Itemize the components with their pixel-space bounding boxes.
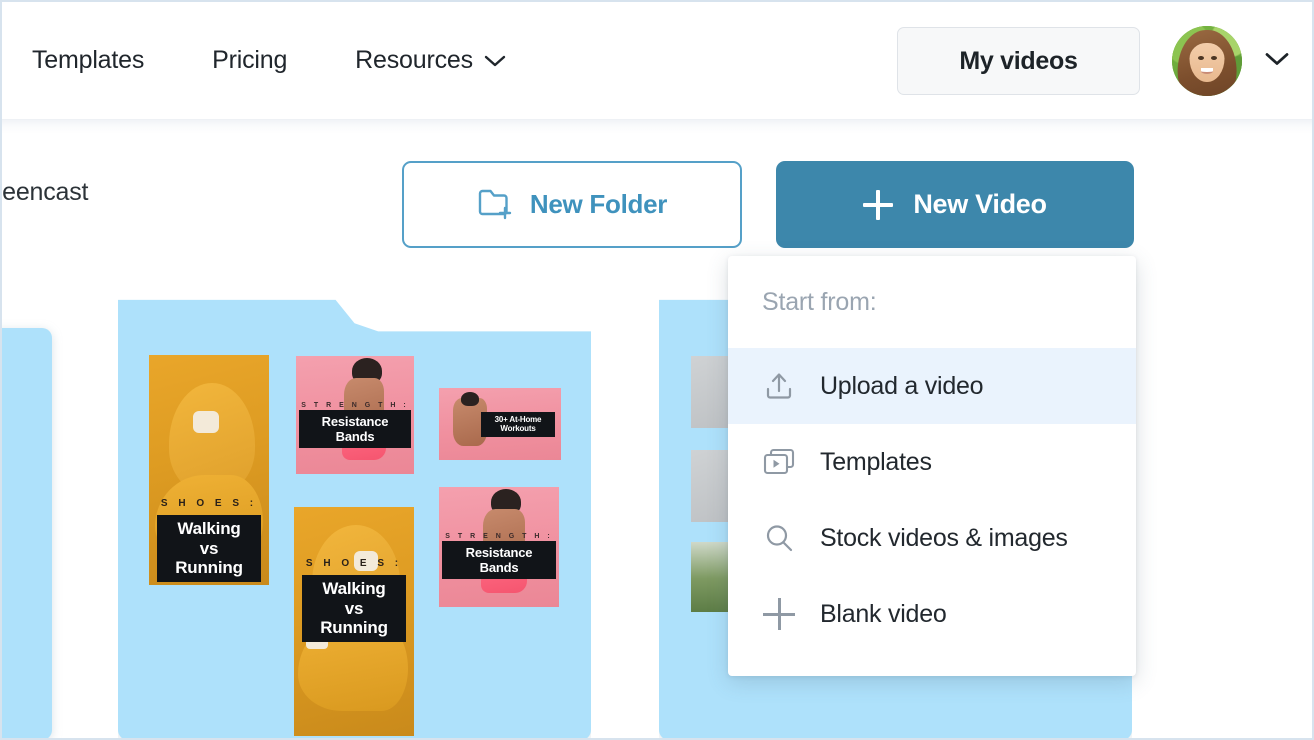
video-thumbnail-shoes-tall[interactable]: S H O E S : Walking vs Running (149, 355, 269, 585)
thumbnail-caption: Resistance Bands (299, 410, 411, 449)
thumbnail-kicker: S T R E N G T H : (445, 533, 553, 540)
dropdown-header: Start from: (762, 287, 877, 316)
chevron-down-icon (484, 46, 506, 75)
plus-icon (863, 189, 894, 220)
thumbnail-kicker: S H O E S : (305, 558, 403, 569)
nav-item-label: Pricing (212, 46, 288, 74)
site-header: Templates Pricing Resources My videos (2, 2, 1312, 120)
menu-item-label: Stock videos & images (820, 523, 1068, 552)
nav-item-label: Resources (355, 46, 473, 74)
avatar-smile (1201, 68, 1214, 74)
template-frames-icon (762, 445, 796, 479)
new-video-label: New Video (913, 189, 1047, 219)
thumbnail-caption: Walking vs Running (157, 515, 261, 583)
shoe-patch (193, 411, 219, 433)
header-divider (2, 120, 1312, 134)
menu-item-blank-video[interactable]: Blank video (728, 576, 1136, 652)
thumbnail-kicker: S H O E S : (160, 498, 258, 509)
menu-item-templates[interactable]: Templates (728, 424, 1136, 500)
app-window: Templates Pricing Resources My videos re… (0, 0, 1314, 740)
search-icon (762, 521, 796, 555)
nav-item-templates[interactable]: Templates (2, 40, 178, 81)
page-title: reencast (0, 178, 89, 206)
new-video-button[interactable]: New Video (776, 161, 1134, 248)
folder-plus-icon (477, 187, 513, 223)
folder-card-fitness[interactable]: S H O E S : Walking vs Running S T R E N… (118, 299, 591, 738)
menu-item-label: Upload a video (820, 371, 984, 400)
plus-glyph (763, 598, 795, 630)
video-thumbnail-resistance-bands-2[interactable]: S T R E N G T H : Resistance Bands (439, 487, 559, 607)
video-thumbnail-home-workouts[interactable]: 30+ At-Home Workouts (439, 388, 561, 460)
thumbnail-caption: Resistance Bands (442, 541, 556, 580)
menu-item-label: Blank video (820, 599, 947, 628)
thumbnail-kicker: S T R E N G T H : (301, 402, 409, 409)
avatar[interactable] (1172, 26, 1242, 96)
start-from-dropdown: Start from: Upload a video Templates Sto… (728, 256, 1136, 676)
account-menu-trigger[interactable] (1172, 26, 1290, 96)
toolbar-row: reencast New Folder New Video (2, 134, 1312, 256)
thumbnail-caption: 30+ At-Home Workouts (481, 412, 555, 437)
new-folder-button[interactable]: New Folder (402, 161, 742, 248)
video-thumbnail-shoes-wide[interactable]: S H O E S : Walking vs Running (294, 507, 414, 736)
new-folder-label: New Folder (529, 189, 668, 219)
thumbnail-caption: Walking vs Running (302, 575, 406, 643)
menu-item-upload-a-video[interactable]: Upload a video (728, 348, 1136, 424)
avatar-eye-left (1197, 56, 1204, 61)
model-hair (461, 392, 479, 406)
video-thumbnail-resistance-bands[interactable]: S T R E N G T H : Resistance Bands (296, 356, 414, 474)
my-videos-button[interactable]: My videos (897, 27, 1140, 95)
menu-item-stock-videos-images[interactable]: Stock videos & images (728, 500, 1136, 576)
nav-item-pricing[interactable]: Pricing (178, 40, 321, 81)
upload-icon (762, 369, 796, 403)
plus-icon (762, 597, 796, 631)
nav-item-label: Templates (32, 46, 145, 74)
main-navigation: Templates Pricing Resources (2, 40, 540, 81)
menu-item-label: Templates (820, 447, 932, 476)
header-right-group: My videos (897, 2, 1290, 120)
folder-card-produce[interactable] (2, 328, 52, 738)
nav-item-resources[interactable]: Resources (321, 40, 540, 81)
chevron-down-icon[interactable] (1264, 51, 1290, 72)
